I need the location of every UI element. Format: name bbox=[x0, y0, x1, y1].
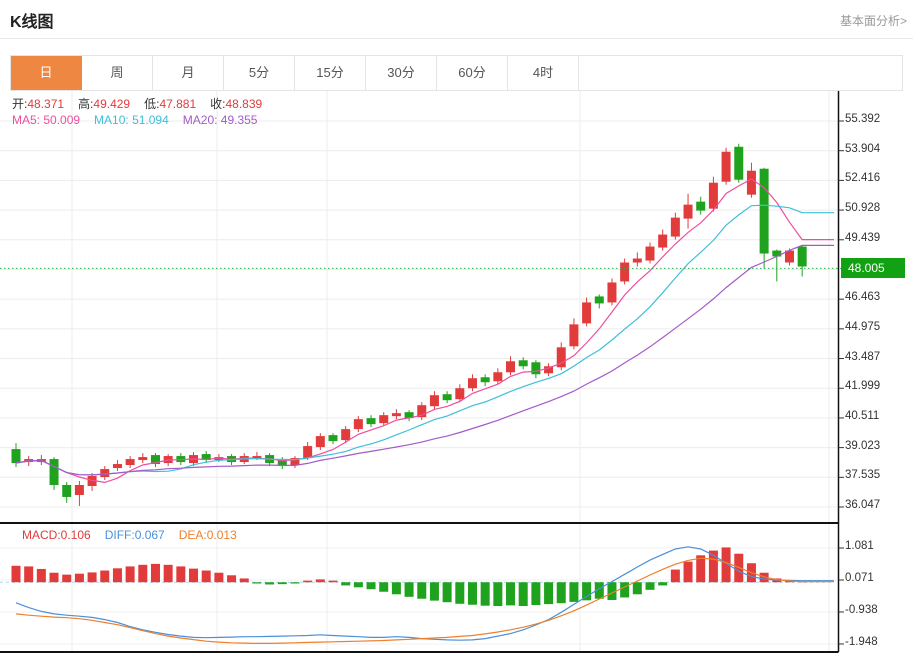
price-axis-label: -1.948 bbox=[845, 636, 911, 648]
price-axis-label: 36.047 bbox=[845, 499, 911, 511]
kline-widget: K线图 基本面分析> 日周月5分15分30分60分4时 开:48.371 高:49… bbox=[0, 0, 913, 654]
legend-item: MA20: 49.355 bbox=[183, 113, 258, 127]
macd-legend: MACD:0.106 DIFF:0.067 DEA:0.013 bbox=[22, 528, 251, 542]
period-tabbar: 日周月5分15分30分60分4时 bbox=[10, 55, 903, 91]
price-axis-label: 39.023 bbox=[845, 440, 911, 452]
period-tab-周[interactable]: 周 bbox=[82, 56, 153, 90]
price-axis-label: 44.975 bbox=[845, 321, 911, 333]
legend-item: 开:48.371 bbox=[12, 97, 64, 111]
legend-item: MACD:0.106 bbox=[22, 528, 91, 542]
price-axis-label: 50.928 bbox=[845, 202, 911, 214]
period-tab-60分[interactable]: 60分 bbox=[437, 56, 508, 90]
period-tab-4时[interactable]: 4时 bbox=[508, 56, 579, 90]
legend-item: MA10: 51.094 bbox=[94, 113, 169, 127]
ohlc-legend: 开:48.371 高:49.429 低:47.881 收:48.839 bbox=[12, 95, 276, 112]
price-axis-label: 41.999 bbox=[845, 380, 911, 392]
ma-legend: MA5: 50.009 MA10: 51.094 MA20: 49.355 bbox=[12, 113, 271, 127]
last-price-badge: 48.005 bbox=[841, 258, 905, 278]
price-axis-label: 1.081 bbox=[845, 540, 911, 552]
period-tab-15分[interactable]: 15分 bbox=[295, 56, 366, 90]
legend-item: DEA:0.013 bbox=[179, 528, 237, 542]
fundamental-analysis-link[interactable]: 基本面分析> bbox=[840, 12, 907, 29]
price-axis-label: 0.071 bbox=[845, 572, 911, 584]
price-axis-label: 46.463 bbox=[845, 291, 911, 303]
page-title: K线图 bbox=[10, 8, 54, 32]
legend-item: 高:49.429 bbox=[78, 97, 130, 111]
legend-item: MA5: 50.009 bbox=[12, 113, 80, 127]
period-tab-30分[interactable]: 30分 bbox=[366, 56, 437, 90]
price-axis-label: -0.938 bbox=[845, 604, 911, 616]
price-axis-label: 40.511 bbox=[845, 410, 911, 422]
period-tab-月[interactable]: 月 bbox=[153, 56, 224, 90]
price-axis-label: 52.416 bbox=[845, 172, 911, 184]
price-axis-label: 53.904 bbox=[845, 143, 911, 155]
header-divider bbox=[0, 38, 913, 39]
price-axis-label: 37.535 bbox=[845, 469, 911, 481]
legend-item: 收:48.839 bbox=[210, 97, 262, 111]
legend-item: 低:47.881 bbox=[144, 97, 196, 111]
chart-canvas[interactable] bbox=[0, 91, 913, 654]
price-axis-label: 55.392 bbox=[845, 113, 911, 125]
period-tab-日[interactable]: 日 bbox=[11, 56, 82, 90]
price-axis-label: 49.439 bbox=[845, 232, 911, 244]
legend-item: DIFF:0.067 bbox=[105, 528, 165, 542]
period-tab-5分[interactable]: 5分 bbox=[224, 56, 295, 90]
price-axis-label: 43.487 bbox=[845, 351, 911, 363]
